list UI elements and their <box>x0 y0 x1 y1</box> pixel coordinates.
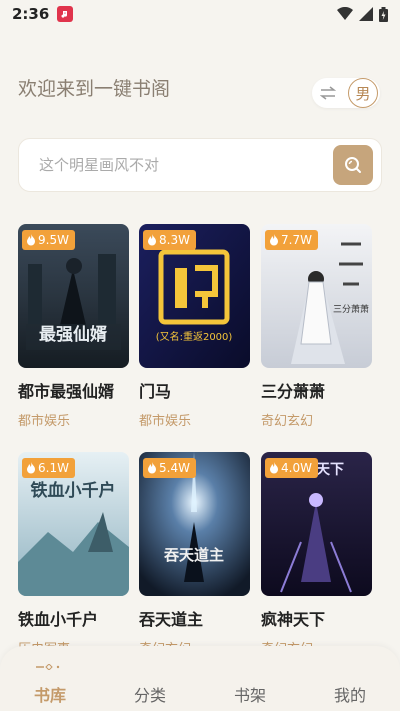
heat-badge: 7.7W <box>265 230 318 250</box>
welcome-title: 欢迎来到一键书阁 <box>18 78 171 100</box>
fire-icon <box>270 462 278 474</box>
heat-value: 4.0W <box>281 461 312 475</box>
heat-badge: 9.5W <box>22 230 75 250</box>
heat-value: 8.3W <box>159 233 190 247</box>
nav-tab-library[interactable]: 书库 <box>20 682 80 706</box>
book-cover: 吞天道主 5.4W <box>139 452 250 596</box>
fire-icon <box>27 234 35 246</box>
nav-tab-mine[interactable]: 我的 <box>320 682 380 706</box>
heat-badge: 5.4W <box>143 458 196 478</box>
search-button[interactable] <box>333 145 373 185</box>
book-cover: 三分萧萧 7.7W <box>261 224 372 368</box>
nav-tab-category[interactable]: 分类 <box>120 682 180 706</box>
book-card[interactable]: 最强仙婿 9.5W 都市最强仙婿 都市娱乐 <box>18 224 129 429</box>
book-genre: 都市娱乐 <box>18 414 71 429</box>
book-cover-text: 铁血小千户 <box>31 480 116 501</box>
search-input[interactable] <box>39 156 333 174</box>
book-genre: 奇幻玄幻 <box>261 414 314 429</box>
fire-icon <box>148 234 156 246</box>
bottom-nav: 书库 分类 书架 我的 <box>0 646 400 711</box>
status-bar: 2:36 <box>0 0 400 28</box>
book-title: 疯神天下 <box>261 610 326 629</box>
status-icons <box>337 6 388 22</box>
book-cover: 最强仙婿 9.5W <box>18 224 129 368</box>
book-cover-text: 最强仙婿 <box>39 324 107 345</box>
book-title: 三分萧萧 <box>261 382 326 401</box>
search-icon <box>345 157 361 173</box>
swap-icon <box>312 86 344 100</box>
active-tab-indicator <box>36 664 60 670</box>
gender-toggle[interactable]: 男 <box>312 78 380 108</box>
app-notification-icon <box>57 6 74 22</box>
heat-value: 6.1W <box>38 461 69 475</box>
battery-icon <box>379 6 388 22</box>
book-cover: (又名:重返2000) 8.3W <box>139 224 250 368</box>
heat-badge: 6.1W <box>22 458 75 478</box>
heat-badge: 4.0W <box>265 458 318 478</box>
search-box <box>18 138 382 192</box>
book-cover-text: 吞天道主 <box>163 546 224 564</box>
fire-icon <box>270 234 278 246</box>
status-time: 2:36 <box>12 5 50 23</box>
book-card[interactable]: 疯神天下 4.0W 疯神天下 奇幻玄幻 <box>261 452 372 657</box>
heat-badge: 8.3W <box>143 230 196 250</box>
book-title: 吞天道主 <box>139 610 204 629</box>
book-title: 铁血小千户 <box>18 610 99 629</box>
book-title: 门马 <box>139 382 172 401</box>
signal-icon <box>359 7 373 21</box>
fire-icon <box>27 462 35 474</box>
book-card[interactable]: 三分萧萧 7.7W 三分萧萧 奇幻玄幻 <box>261 224 372 429</box>
fire-icon <box>148 462 156 474</box>
book-cover: 疯神天下 4.0W <box>261 452 372 596</box>
book-cover-text: (又名:重返2000) <box>156 330 233 343</box>
gender-label: 男 <box>348 78 378 108</box>
book-card[interactable]: 吞天道主 5.4W 吞天道主 奇幻玄幻 <box>139 452 250 657</box>
book-card[interactable]: (又名:重返2000) 8.3W 门马 都市娱乐 <box>139 224 250 429</box>
book-cover: 铁血小千户 6.1W <box>18 452 129 596</box>
heat-value: 5.4W <box>159 461 190 475</box>
heat-value: 9.5W <box>38 233 69 247</box>
book-cover-text: 三分萧萧 <box>333 303 369 315</box>
book-title: 都市最强仙婿 <box>18 382 115 401</box>
book-card[interactable]: 铁血小千户 6.1W 铁血小千户 历史军事 <box>18 452 129 657</box>
wifi-icon <box>337 7 353 20</box>
book-genre: 都市娱乐 <box>139 414 192 429</box>
heat-value: 7.7W <box>281 233 312 247</box>
nav-tab-shelf[interactable]: 书架 <box>220 682 280 706</box>
